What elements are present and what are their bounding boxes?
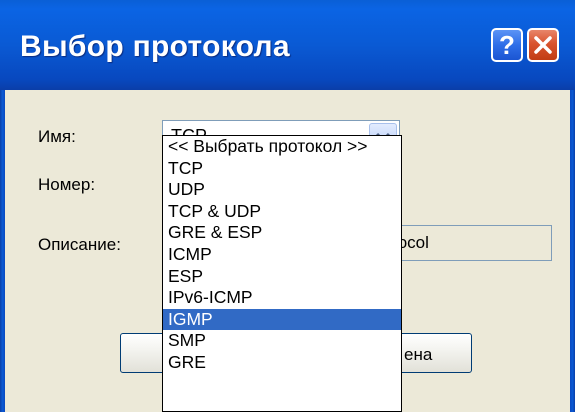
protocol-option[interactable]: << Выбрать протокол >> [163,136,401,158]
protocol-dropdown-list[interactable]: << Выбрать протокол >> TCP UDP TCP & UDP… [162,135,402,412]
close-icon [534,36,552,54]
description-field[interactable]: tocol [393,225,552,261]
number-field[interactable] [395,163,552,195]
protocol-option[interactable]: UDP [163,179,401,201]
name-label: Имя: [38,127,76,146]
protocol-option[interactable]: SMP [163,330,401,352]
description-label: Описание: [38,235,121,254]
close-button[interactable] [527,28,559,62]
window-frame-left [0,90,5,412]
window-frame-right [570,90,575,412]
protocol-option-selected[interactable]: IGMP [163,308,401,331]
protocol-option[interactable]: GRE & ESP [163,222,401,244]
protocol-option[interactable]: TCP [163,158,401,180]
window-title: Выбор протокола [20,30,290,63]
protocol-option[interactable]: IPv6-ICMP [163,287,401,309]
protocol-option[interactable]: TCP & UDP [163,201,401,223]
protocol-option[interactable]: GRE [163,352,401,374]
protocol-option[interactable]: ICMP [163,244,401,266]
cancel-button-label: ена [404,345,433,364]
help-button[interactable]: ? [491,28,523,62]
protocol-option[interactable]: ESP [163,266,401,288]
protocol-dialog: Выбор протокола ? Имя: TCP Номер: Описан… [0,0,575,412]
title-bar[interactable]: Выбор протокола ? [0,0,575,90]
number-label: Номер: [38,175,96,194]
